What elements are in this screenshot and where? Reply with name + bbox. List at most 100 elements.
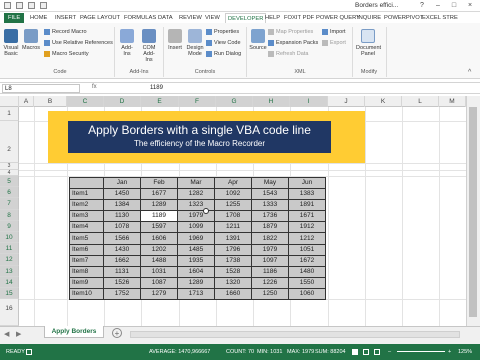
- table-cell[interactable]: 1226: [251, 276, 289, 289]
- redo-icon[interactable]: [40, 2, 47, 9]
- table-cell[interactable]: Item5: [69, 232, 104, 245]
- table-cell[interactable]: 1672: [288, 254, 326, 267]
- tab-page-layout[interactable]: PAGE LAYOUT: [80, 13, 120, 23]
- macro-security-button[interactable]: Macro Security: [44, 50, 89, 58]
- scroll-right-icon[interactable]: ▶: [16, 330, 21, 338]
- macro-record-icon[interactable]: [26, 349, 32, 355]
- source-button[interactable]: Source: [249, 29, 267, 51]
- refresh-data-button[interactable]: Refresh Data: [268, 50, 308, 58]
- table-cell[interactable]: Item9: [69, 276, 104, 289]
- table-header-cell[interactable]: Mar: [177, 176, 215, 190]
- row-header-15[interactable]: 15: [0, 288, 19, 300]
- table-cell[interactable]: 1912: [288, 221, 326, 234]
- column-header-d[interactable]: D: [104, 96, 141, 107]
- view-code-button[interactable]: View Code: [206, 39, 241, 47]
- table-cell[interactable]: 1250: [251, 287, 289, 301]
- table-cell[interactable]: 1391: [214, 232, 252, 245]
- table-cell[interactable]: 1031: [140, 265, 178, 278]
- row-header-5[interactable]: 5: [0, 176, 19, 188]
- insert-control-button[interactable]: Insert: [166, 29, 184, 51]
- record-macro-button[interactable]: Record Macro: [44, 28, 87, 36]
- table-cell[interactable]: 1289: [140, 199, 178, 212]
- table-header-cell[interactable]: Apr: [214, 176, 252, 190]
- table-cell[interactable]: 1282: [177, 188, 215, 201]
- row-header-12[interactable]: 12: [0, 254, 19, 266]
- table-cell[interactable]: 1130: [103, 210, 141, 223]
- tab-help[interactable]: HELP: [265, 13, 280, 23]
- tab-view[interactable]: VIEW: [205, 13, 220, 23]
- column-header-m[interactable]: M: [439, 96, 466, 107]
- row-header-11[interactable]: 11: [0, 243, 19, 255]
- table-header-cell[interactable]: Feb: [140, 176, 178, 190]
- column-header-h[interactable]: H: [253, 96, 290, 107]
- add-sheet-button[interactable]: +: [112, 328, 122, 338]
- expansion-packs-button[interactable]: Expansion Packs: [268, 39, 318, 47]
- column-header-b[interactable]: B: [34, 96, 67, 107]
- table-cell[interactable]: 1738: [214, 254, 252, 267]
- tab-data[interactable]: DATA: [158, 13, 173, 23]
- table-cell[interactable]: 1660: [214, 287, 252, 301]
- macros-button[interactable]: Macros: [22, 29, 40, 51]
- map-properties-button[interactable]: Map Properties: [268, 28, 313, 36]
- document-panel-button[interactable]: Document Panel: [356, 29, 381, 57]
- minimize-icon[interactable]: –: [430, 0, 446, 11]
- horizontal-scrollbar[interactable]: [130, 331, 460, 338]
- column-header-g[interactable]: G: [216, 96, 253, 107]
- column-header-i[interactable]: I: [290, 96, 328, 107]
- tab-developer[interactable]: DEVELOPER: [225, 13, 267, 23]
- column-header-a[interactable]: A: [19, 96, 34, 107]
- zoom-slider[interactable]: [397, 351, 445, 352]
- table-cell[interactable]: 1060: [288, 287, 326, 301]
- run-dialog-button[interactable]: Run Dialog: [206, 50, 241, 58]
- column-header-k[interactable]: K: [365, 96, 402, 107]
- row-header-7[interactable]: 7: [0, 198, 19, 210]
- zoom-level[interactable]: 125%: [458, 344, 472, 360]
- table-cell[interactable]: 1671: [288, 210, 326, 223]
- table-cell[interactable]: Item6: [69, 243, 104, 256]
- table-cell[interactable]: 1051: [288, 243, 326, 256]
- table-cell[interactable]: 1879: [251, 221, 289, 234]
- row-header-14[interactable]: 14: [0, 276, 19, 288]
- table-cell[interactable]: 1078: [103, 221, 141, 234]
- import-button[interactable]: Import: [322, 28, 346, 36]
- row-header-9[interactable]: 9: [0, 220, 19, 232]
- table-cell[interactable]: 1087: [140, 276, 178, 289]
- table-cell[interactable]: Item8: [69, 265, 104, 278]
- tab-foxit-pdf[interactable]: FOXIT PDF: [284, 13, 314, 23]
- tab-excel-stre[interactable]: EXCEL STRE: [422, 13, 458, 23]
- table-cell[interactable]: 1202: [140, 243, 178, 256]
- table-cell[interactable]: 1289: [177, 276, 215, 289]
- active-cell[interactable]: 1189: [140, 210, 178, 223]
- table-cell[interactable]: 1279: [140, 287, 178, 301]
- table-cell[interactable]: 1708: [214, 210, 252, 223]
- table-cell[interactable]: 1662: [103, 254, 141, 267]
- table-cell[interactable]: 1097: [251, 254, 289, 267]
- table-header-cell[interactable]: Jan: [103, 176, 141, 190]
- zoom-in-icon[interactable]: +: [448, 344, 451, 360]
- table-cell[interactable]: 1320: [214, 276, 252, 289]
- table-cell[interactable]: 1891: [288, 199, 326, 212]
- formula-input[interactable]: 1189: [150, 84, 163, 93]
- table-cell[interactable]: Item3: [69, 210, 104, 223]
- table-cell[interactable]: Item2: [69, 199, 104, 212]
- com-add-ins-button[interactable]: COM Add-Ins: [140, 29, 158, 63]
- table-cell[interactable]: 1186: [251, 265, 289, 278]
- export-button[interactable]: Export: [322, 39, 346, 47]
- table-cell[interactable]: 1526: [103, 276, 141, 289]
- close-icon[interactable]: ×: [462, 0, 478, 11]
- table-cell[interactable]: 1212: [288, 232, 326, 245]
- table-cell[interactable]: 1713: [177, 287, 215, 301]
- properties-button[interactable]: Properties: [206, 28, 239, 36]
- table-cell[interactable]: 1099: [177, 221, 215, 234]
- table-cell[interactable]: Item10: [69, 287, 104, 301]
- tab-inquire[interactable]: INQUIRE: [357, 13, 381, 23]
- table-cell[interactable]: 1333: [251, 199, 289, 212]
- table-cell[interactable]: 1822: [251, 232, 289, 245]
- tab-insert[interactable]: INSERT: [55, 13, 76, 23]
- table-cell[interactable]: 1384: [103, 199, 141, 212]
- table-cell[interactable]: 1604: [177, 265, 215, 278]
- page-layout-view-icon[interactable]: [363, 349, 369, 355]
- relative-references-button[interactable]: Use Relative References: [44, 39, 113, 47]
- table-cell[interactable]: 1323: [177, 199, 215, 212]
- table-cell[interactable]: 1131: [103, 265, 141, 278]
